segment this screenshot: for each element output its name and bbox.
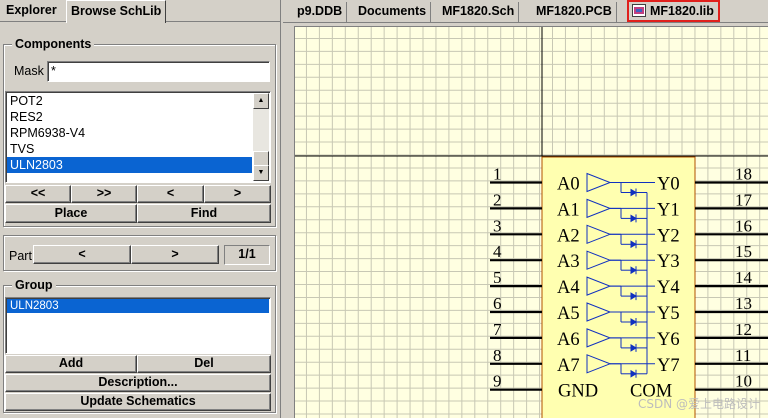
pin-name: A7 xyxy=(557,356,580,376)
pin-number: 15 xyxy=(735,242,752,261)
pin-number: 13 xyxy=(735,294,752,313)
list-item-selected[interactable]: ULN2803 xyxy=(7,299,269,313)
place-button[interactable]: Place xyxy=(5,204,137,223)
pin-number: 18 xyxy=(735,165,752,184)
pin-name: A3 xyxy=(557,252,580,272)
scroll-down-icon[interactable]: ▼ xyxy=(253,165,269,181)
pin-number: 7 xyxy=(493,320,502,339)
group-list: ULN2803 xyxy=(5,297,271,354)
mask-input[interactable]: * xyxy=(47,61,270,82)
pin-number: 14 xyxy=(735,268,753,287)
pin-number: 8 xyxy=(493,346,502,365)
pin-name: Y7 xyxy=(657,356,680,376)
update-schematics-button[interactable]: Update Schematics xyxy=(5,393,271,411)
panel-tabs: Explorer Browse SchLib xyxy=(0,0,281,23)
document-tabs: p9.DDB Documents MF1820.Sch MF1820.PCB M… xyxy=(283,0,768,23)
pin-name: A2 xyxy=(557,226,580,246)
pin-number: 6 xyxy=(493,294,502,313)
part-label: Part xyxy=(9,249,32,263)
tab-mf1820-sch[interactable]: MF1820.Sch xyxy=(438,2,520,22)
pin-number: 10 xyxy=(735,372,752,391)
tab-documents[interactable]: Documents xyxy=(354,2,432,22)
add-button[interactable]: Add xyxy=(5,355,137,373)
part-counter: 1/1 xyxy=(224,245,270,265)
find-button[interactable]: Find xyxy=(137,204,271,223)
pin-name: A1 xyxy=(557,200,580,220)
tab-browse-schlib[interactable]: Browse SchLib xyxy=(66,0,167,23)
schematic-canvas[interactable]: 1 A0 2 A1 3 A2 4 A3 5 A4 6 A5 7 A6 8 A7 9 GND 18 Y0 17 Y1 16 Y2… xyxy=(294,26,768,418)
pin-name: GND xyxy=(558,382,598,402)
sheet-background xyxy=(295,27,768,418)
components-list: POT2 RES2 RPM6938-V4 TVS ULN2803 ▲ ▼ xyxy=(5,91,271,183)
tab-mf1820-lib-label: MF1820.lib xyxy=(650,4,714,18)
pin-name: A0 xyxy=(557,175,580,195)
pin-name: Y2 xyxy=(657,226,680,246)
pin-name: A6 xyxy=(557,330,580,350)
part-prev-button[interactable]: < xyxy=(33,245,131,264)
library-browser-panel: Explorer Browse SchLib Components Mask *… xyxy=(0,0,281,418)
watermark: CSDN @爱上电路设计 xyxy=(637,397,760,411)
pin-number: 11 xyxy=(735,346,751,365)
prev-component-button[interactable]: < xyxy=(137,185,204,203)
pin-number: 1 xyxy=(493,165,502,184)
list-item[interactable]: RPM6938-V4 xyxy=(7,125,252,141)
pin-number: 2 xyxy=(493,190,502,209)
document-area: p9.DDB Documents MF1820.Sch MF1820.PCB M… xyxy=(283,0,768,418)
pin-number: 17 xyxy=(735,190,753,209)
list-item[interactable]: RES2 xyxy=(7,109,252,125)
pin-name: Y5 xyxy=(657,304,680,324)
pin-name: Y1 xyxy=(657,200,680,220)
first-component-button[interactable]: << xyxy=(5,185,71,203)
group-title: Group xyxy=(12,278,56,292)
components-title: Components xyxy=(12,37,95,51)
library-document-icon xyxy=(632,4,646,17)
list-item[interactable]: POT2 xyxy=(7,93,252,109)
pin-number: 5 xyxy=(493,268,502,287)
tab-mf1820-lib[interactable]: MF1820.lib xyxy=(627,0,720,22)
pin-name: Y3 xyxy=(657,252,680,272)
tab-explorer[interactable]: Explorer xyxy=(2,0,61,22)
pin-name: Y4 xyxy=(657,278,680,298)
tab-p9-ddb[interactable]: p9.DDB xyxy=(293,2,348,22)
list-item-selected[interactable]: ULN2803 xyxy=(7,157,252,173)
schematic-svg: 1 A0 2 A1 3 A2 4 A3 5 A4 6 A5 7 A6 8 A7 9 GND 18 Y0 17 Y1 16 Y2… xyxy=(295,27,768,418)
pin-number: 4 xyxy=(493,242,502,261)
next-component-button[interactable]: > xyxy=(204,185,271,203)
pin-number: 12 xyxy=(735,320,752,339)
pin-number: 16 xyxy=(735,216,752,235)
pin-name: A4 xyxy=(557,278,580,298)
pin-name: A5 xyxy=(557,304,580,324)
last-component-button[interactable]: >> xyxy=(71,185,137,203)
pin-number: 3 xyxy=(493,216,502,235)
list-item[interactable]: TVS xyxy=(7,141,252,157)
description-button[interactable]: Description... xyxy=(5,374,271,392)
pin-number: 9 xyxy=(493,372,502,391)
scroll-up-icon[interactable]: ▲ xyxy=(253,93,269,109)
del-button[interactable]: Del xyxy=(137,355,271,373)
pin-name: Y6 xyxy=(657,330,680,350)
mask-label: Mask xyxy=(14,64,44,78)
components-scrollbar[interactable]: ▲ ▼ xyxy=(253,93,269,181)
part-next-button[interactable]: > xyxy=(131,245,219,264)
pin-name: Y0 xyxy=(657,175,680,195)
tab-mf1820-pcb[interactable]: MF1820.PCB xyxy=(532,2,617,22)
